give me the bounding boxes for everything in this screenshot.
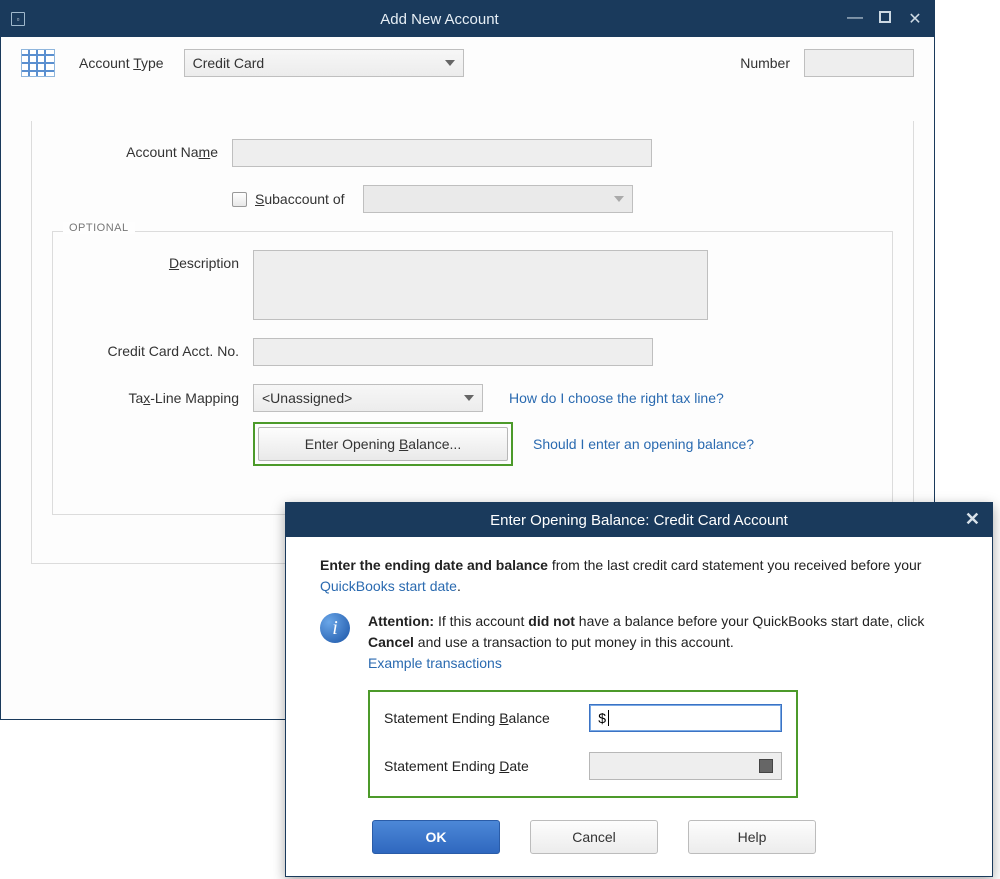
statement-ending-balance-label: Statement Ending Balance (384, 710, 589, 726)
chevron-down-icon (614, 196, 624, 202)
cancel-button[interactable]: Cancel (530, 820, 658, 854)
dialog-title: Enter Opening Balance: Credit Card Accou… (490, 512, 788, 529)
statement-ending-date-label: Statement Ending Date (384, 758, 589, 774)
opening-balance-highlight: Enter Opening Balance... (253, 422, 513, 466)
account-name-input[interactable] (232, 139, 652, 167)
system-menu-icon[interactable]: ▫ (11, 12, 25, 26)
quickbooks-start-date-link[interactable]: QuickBooks start date (320, 578, 457, 594)
dialog-titlebar: Enter Opening Balance: Credit Card Accou… (286, 503, 992, 537)
tax-line-label: Tax-Line Mapping (73, 390, 253, 406)
opening-balance-help-link[interactable]: Should I enter an opening balance? (533, 436, 754, 452)
chevron-down-icon (445, 60, 455, 66)
description-textarea[interactable] (253, 250, 708, 320)
account-type-label: Account Type (79, 55, 164, 71)
ok-button[interactable]: OK (372, 820, 500, 854)
tax-line-help-link[interactable]: How do I choose the right tax line? (509, 390, 724, 406)
statement-fields-highlight: Statement Ending Balance $ Statement End… (368, 690, 798, 798)
dialog-body: Enter the ending date and balance from t… (286, 537, 992, 876)
tax-line-dropdown[interactable]: <Unassigned> (253, 384, 483, 412)
help-button[interactable]: Help (688, 820, 816, 854)
subaccount-dropdown[interactable] (363, 185, 633, 213)
dialog-close-button[interactable]: ✕ (965, 509, 980, 530)
calendar-icon[interactable] (759, 759, 773, 773)
chevron-down-icon (464, 395, 474, 401)
enter-opening-balance-dialog: Enter Opening Balance: Credit Card Accou… (285, 502, 993, 877)
enter-opening-balance-button[interactable]: Enter Opening Balance... (258, 427, 508, 461)
window-title: Add New Account (33, 11, 846, 28)
maximize-button[interactable] (876, 9, 894, 29)
window-titlebar: ▫ Add New Account — ✕ (1, 1, 934, 37)
account-name-label: Account Name (52, 139, 232, 160)
statement-ending-date-input[interactable] (589, 752, 782, 780)
statement-ending-balance-input[interactable]: $ (589, 704, 782, 732)
cc-acct-no-input[interactable] (253, 338, 653, 366)
subaccount-label: Subaccount of (255, 191, 345, 207)
info-icon: i (320, 613, 350, 643)
optional-legend: OPTIONAL (63, 222, 135, 234)
number-label: Number (740, 55, 790, 71)
close-button[interactable]: ✕ (906, 9, 924, 29)
window-body: Account Type Credit Card Number Account … (1, 37, 934, 574)
dialog-attention-text: Attention: If this account did not have … (368, 611, 968, 674)
example-transactions-link[interactable]: Example transactions (368, 655, 502, 671)
window-controls: — ✕ (846, 9, 924, 29)
dialog-intro-text: Enter the ending date and balance from t… (320, 555, 968, 597)
number-input[interactable] (804, 49, 914, 77)
account-type-dropdown[interactable]: Credit Card (184, 49, 464, 77)
text-cursor (608, 710, 609, 726)
minimize-button[interactable]: — (846, 9, 864, 29)
description-label: Description (73, 250, 253, 271)
account-grid-icon (21, 49, 55, 77)
subaccount-checkbox[interactable] (232, 192, 247, 207)
cc-acct-no-label: Credit Card Acct. No. (73, 338, 253, 359)
